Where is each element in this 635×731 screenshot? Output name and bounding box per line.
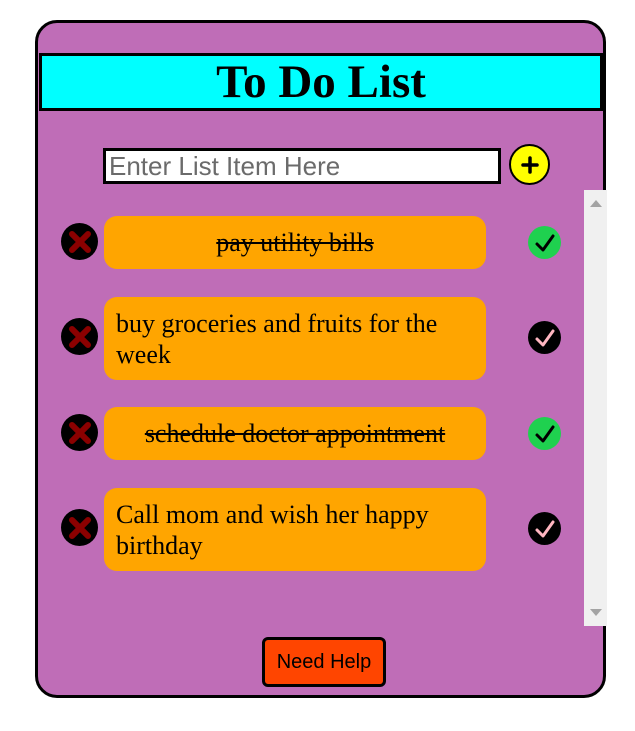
- plus-icon: [520, 155, 539, 174]
- complete-toggle-button[interactable]: [528, 226, 561, 259]
- delete-button[interactable]: [61, 509, 98, 546]
- scroll-down-arrow-icon[interactable]: [590, 609, 602, 616]
- delete-button[interactable]: [61, 223, 98, 260]
- delete-button[interactable]: [61, 318, 98, 355]
- checkmark-icon: [535, 425, 554, 442]
- new-item-input[interactable]: [103, 148, 501, 184]
- checkmark-icon: [535, 234, 554, 251]
- checkmark-icon: [535, 329, 554, 346]
- todo-app: To Do List pay utility bills buy groceri…: [35, 20, 607, 698]
- header-bar: To Do List: [39, 53, 603, 111]
- task-text: Call mom and wish her happy birthday: [104, 488, 486, 571]
- x-icon: [68, 230, 91, 253]
- add-item-button[interactable]: [509, 144, 550, 185]
- delete-button[interactable]: [61, 414, 98, 451]
- checkmark-icon: [535, 520, 554, 537]
- task-text: pay utility bills: [104, 216, 486, 269]
- complete-toggle-button[interactable]: [528, 512, 561, 545]
- complete-toggle-button[interactable]: [528, 417, 561, 450]
- x-icon: [68, 325, 91, 348]
- page-title: To Do List: [216, 55, 426, 108]
- task-text: buy groceries and fruits for the week: [104, 297, 486, 380]
- x-icon: [68, 516, 91, 539]
- list-scrollbar[interactable]: [584, 190, 607, 626]
- x-icon: [68, 421, 91, 444]
- scroll-up-arrow-icon[interactable]: [590, 200, 602, 207]
- task-text: schedule doctor appointment: [104, 407, 486, 460]
- need-help-button[interactable]: Need Help: [262, 637, 386, 687]
- complete-toggle-button[interactable]: [528, 321, 561, 354]
